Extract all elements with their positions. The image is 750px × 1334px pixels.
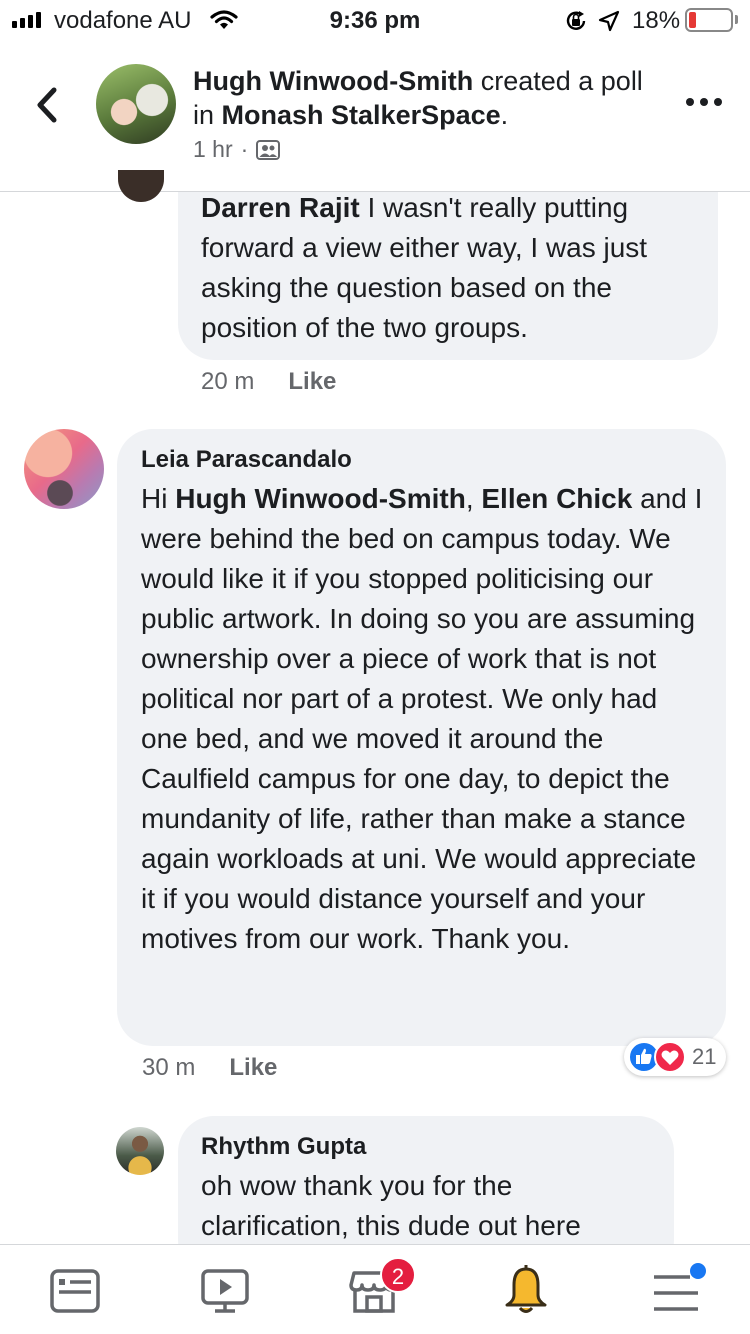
post-time[interactable]: 1 hr [193,136,233,163]
author-name[interactable]: Hugh Winwood-Smith [193,66,473,96]
comment-author[interactable]: Rhythm Gupta [201,1132,652,1162]
comment-mention[interactable]: Darren Rajit [201,192,360,223]
comment-author[interactable]: Leia Parascandalo [141,445,704,475]
battery-percent: 18% [632,7,681,34]
battery-level [689,12,696,28]
comment-prefix: Hi [141,483,176,514]
more-icon[interactable] [684,92,724,112]
group-privacy-icon [256,139,281,160]
location-icon [598,10,620,32]
menu-notification-dot [690,1263,706,1279]
post-meta: 1 hr · [193,136,281,163]
reaction-summary[interactable]: 21 [624,1038,726,1076]
comment-bubble: Darren Rajit I wasn't really putting for… [178,192,718,360]
comment-actions: 20 m Like [201,368,336,396]
commenter-avatar[interactable] [116,1127,164,1175]
author-avatar[interactable] [96,64,176,144]
comment-mention[interactable]: Ellen Chick [481,483,632,514]
comment-time[interactable]: 20 m [201,368,254,396]
post-header: Hugh Winwood-Smith created a poll in Mon… [0,40,750,192]
comment-mention[interactable]: Hugh Winwood-Smith [175,483,466,514]
comment-avatar-partial [118,170,164,202]
comment-time[interactable]: 30 m [142,1054,195,1082]
comment-body: and I were behind the bed on campus toda… [141,483,703,954]
news-feed-icon[interactable] [47,1263,103,1319]
like-button[interactable]: Like [288,368,336,396]
bottom-navigation: 2 [0,1244,750,1334]
meta-separator: · [240,136,249,162]
notifications-icon[interactable] [498,1263,554,1319]
title-suffix: . [500,100,509,130]
status-bar: vodafone AU 9:36 pm 18% [0,0,750,40]
comment-text: Darren Rajit I wasn't really putting for… [201,188,696,348]
battery-icon [685,8,733,32]
comment-actions: 30 m Like [142,1054,277,1082]
commenter-avatar[interactable] [24,429,104,509]
post-title: Hugh Winwood-Smith created a poll in Mon… [193,64,643,132]
comment-bubble: Leia Parascandalo Hi Hugh Winwood-Smith,… [117,429,726,1046]
orientation-lock-icon [566,11,586,30]
battery-cap [735,15,738,24]
comment-text: Hi Hugh Winwood-Smith, Ellen Chick and I… [141,479,704,959]
love-reaction-icon [654,1041,686,1073]
reaction-count: 21 [692,1044,717,1069]
like-button[interactable]: Like [229,1054,277,1082]
marketplace-badge: 2 [380,1257,416,1293]
back-icon[interactable] [28,80,68,130]
mention-separator: , [465,483,482,514]
comment-body: oh wow thank you for the clarification, … [201,1170,581,1241]
group-name[interactable]: Monash StalkerSpace [222,100,501,130]
watch-icon[interactable] [197,1263,253,1319]
